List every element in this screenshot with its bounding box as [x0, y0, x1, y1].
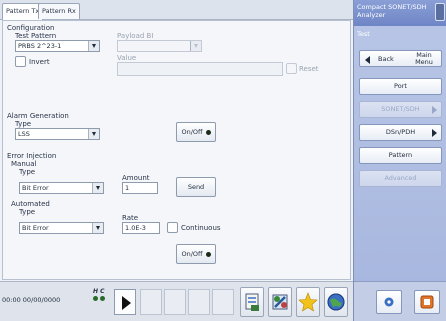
manual-label: Manual: [11, 160, 37, 168]
play-button[interactable]: [114, 289, 136, 315]
error-onoff-label: On/Off: [181, 250, 203, 258]
nav-dsn-pdh-button[interactable]: DSn/PDH: [359, 124, 442, 141]
send-button[interactable]: Send: [176, 177, 216, 197]
empty-slot: [164, 289, 186, 315]
nav-pattern-label: Pattern: [388, 151, 413, 159]
tools-button[interactable]: [268, 287, 292, 317]
back-main-menu-button[interactable]: Back Main Menu: [359, 50, 442, 67]
info-icon: [384, 297, 394, 307]
back-label: Back: [378, 55, 394, 63]
star-icon: [298, 292, 318, 312]
error-injection-title: Error Injection: [7, 152, 57, 160]
main-area: Pattern Tx Pattern Rx Configuration Test…: [0, 0, 353, 321]
system-button[interactable]: [324, 287, 348, 317]
test-pattern-select[interactable]: PRBS 2^23-1: [15, 40, 100, 52]
alarm-type-label: Type: [15, 120, 32, 128]
status-dot-icon: [205, 251, 211, 257]
manual-type-value: Bit Error: [22, 184, 49, 192]
report-icon: [245, 293, 259, 311]
chevron-down-icon: [88, 129, 99, 139]
auto-type-label: Type: [19, 208, 36, 216]
alarm-type-value: LSS: [18, 130, 30, 138]
test-pattern-value: PRBS 2^23-1: [18, 42, 62, 50]
main-menu-label: Main Menu: [415, 51, 433, 66]
chevron-down-icon: [88, 41, 99, 51]
clock-readout: 00:00 00/00/0000: [2, 296, 61, 304]
error-onoff-button[interactable]: On/Off: [176, 244, 216, 264]
invert-checkbox[interactable]: [15, 56, 26, 67]
chevron-right-icon: [432, 106, 437, 114]
sidebar-footer: [354, 281, 446, 321]
amount-input[interactable]: 1: [122, 182, 158, 194]
empty-slot: [188, 289, 210, 315]
nav-pattern-button[interactable]: Pattern: [359, 147, 442, 164]
continuous-label: Continuous: [181, 224, 221, 232]
status-bar: 00:00 00/00/0000 H C: [0, 281, 353, 321]
continuous-checkbox[interactable]: [167, 222, 178, 233]
history-current-indicator: H C: [93, 288, 107, 303]
payload-label: Payload BI: [117, 32, 154, 40]
chevron-down-icon: [92, 183, 103, 193]
navigation-sidebar: Compact SONET/SDH Analyzer Test Back Mai…: [353, 0, 446, 321]
tab-pattern-rx[interactable]: Pattern Rx: [38, 3, 80, 19]
configuration-title: Configuration: [7, 24, 55, 32]
alarm-onoff-button[interactable]: On/Off: [176, 122, 216, 142]
alarm-generation-title: Alarm Generation: [7, 112, 69, 120]
tab-bar: Pattern Tx Pattern Rx: [0, 0, 353, 20]
chevron-right-icon: [432, 129, 437, 137]
hc-label: H C: [93, 288, 105, 295]
help-button[interactable]: [376, 290, 402, 314]
nav-advanced-button[interactable]: Advanced: [359, 170, 442, 187]
value-input[interactable]: [117, 62, 283, 76]
auto-type-select[interactable]: Bit Error: [19, 222, 104, 234]
rate-label: Rate: [122, 214, 139, 222]
rate-input[interactable]: 1.0E-3: [122, 222, 160, 234]
chevron-down-icon: [190, 41, 201, 51]
amount-label: Amount: [122, 174, 150, 182]
pattern-tx-panel: Configuration Test Pattern PRBS 2^23-1 P…: [2, 20, 351, 280]
empty-slot: [140, 289, 162, 315]
alarm-onoff-label: On/Off: [181, 128, 203, 136]
chevron-down-icon: [92, 223, 103, 233]
globe-icon: [327, 293, 345, 311]
manual-type-select[interactable]: Bit Error: [19, 182, 104, 194]
nav-port-label: Port: [394, 82, 407, 90]
scroll-handle-icon[interactable]: [435, 3, 445, 21]
sidebar-tab-test[interactable]: Test: [354, 30, 446, 40]
sidebar-header: Compact SONET/SDH Analyzer: [354, 0, 446, 26]
auto-type-value: Bit Error: [22, 224, 49, 232]
manual-type-label: Type: [19, 168, 36, 176]
reset-label: Reset: [299, 65, 319, 73]
tools-icon: [272, 294, 288, 310]
automated-label: Automated: [11, 200, 50, 208]
value-label: Value: [117, 54, 137, 62]
nav-dsn-pdh-label: DSn/PDH: [385, 128, 416, 136]
stop-button[interactable]: [414, 290, 440, 314]
alarm-type-select[interactable]: LSS: [15, 128, 100, 140]
led-icon: [93, 296, 98, 301]
test-pattern-label: Test Pattern: [15, 32, 57, 40]
empty-slot: [212, 289, 234, 315]
back-arrow-icon: [365, 56, 370, 64]
nav-advanced-label: Advanced: [384, 174, 417, 182]
led-icon: [100, 296, 105, 301]
nav-sonet-sdh-button[interactable]: SONET/SDH: [359, 101, 442, 118]
nav-sonet-sdh-label: SONET/SDH: [381, 105, 420, 113]
favorites-button[interactable]: [296, 287, 320, 317]
reset-checkbox[interactable]: [286, 63, 297, 74]
payload-select[interactable]: [117, 40, 202, 52]
save-report-button[interactable]: [240, 287, 264, 317]
app-title: Compact SONET/SDH Analyzer: [357, 3, 427, 19]
stop-icon: [420, 295, 434, 309]
invert-label: Invert: [29, 58, 50, 66]
nav-port-button[interactable]: Port: [359, 78, 442, 95]
status-dot-icon: [205, 129, 211, 135]
